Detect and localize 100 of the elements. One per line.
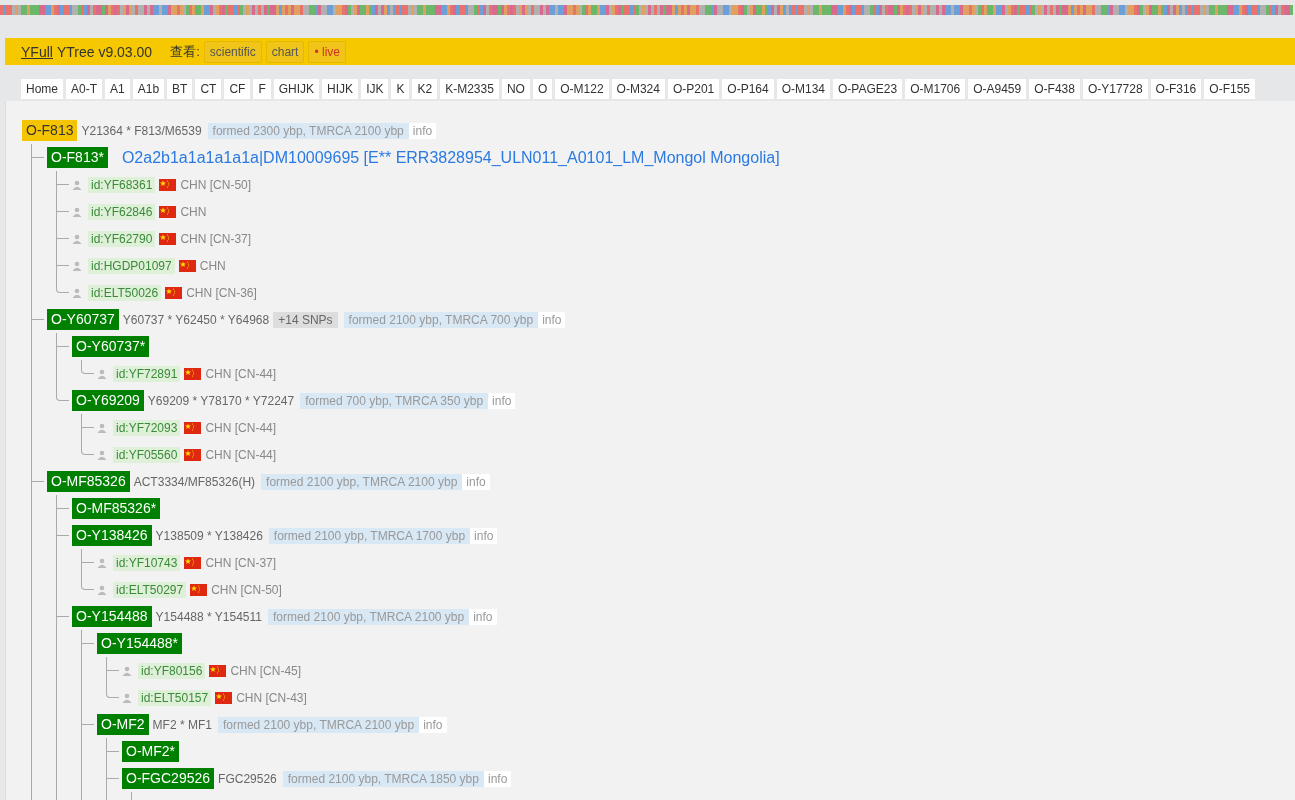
age-estimate: formed 2100 ybp, TMRCA 2100 ybp [217, 716, 420, 733]
haplogroup-label[interactable]: O-MF2* [122, 741, 179, 762]
haplogroup-label[interactable]: O-Y69209 [72, 390, 144, 411]
sample-id-link[interactable]: id:YF68361 [88, 176, 156, 193]
haplogroup-label[interactable]: O-F813* [47, 147, 108, 168]
view-button[interactable]: scientific [203, 40, 262, 63]
sample-id-link[interactable]: id:ELT50297 [113, 581, 187, 598]
haplogroup-label[interactable]: O-MF2 [97, 714, 149, 735]
person-icon [97, 368, 107, 379]
clade-tab[interactable]: BT [167, 79, 193, 99]
clade-tab[interactable]: O-P164 [722, 79, 774, 99]
clade-tab[interactable]: A1 [105, 79, 130, 99]
clade-tab[interactable]: GHIJK [273, 79, 320, 99]
clade-tab[interactable]: O-F316 [1150, 79, 1202, 99]
clade-tab[interactable]: O-F438 [1029, 79, 1080, 99]
tree-connector-line [106, 684, 119, 698]
sample-id-link[interactable]: id:YF62846 [88, 203, 156, 220]
tree-connector-line [56, 225, 69, 239]
haplogroup-label[interactable]: O-F813 [22, 120, 78, 141]
clade-tab[interactable]: O-M134 [776, 79, 830, 99]
tree-connector-line [81, 414, 94, 428]
clade-tab[interactable]: NO [501, 79, 530, 99]
info-link[interactable]: info [484, 770, 512, 787]
age-estimate: formed 2100 ybp, TMRCA 1850 ybp [282, 770, 484, 787]
view-button[interactable]: • live [308, 40, 346, 63]
sample-id-link[interactable]: id:ELT50026 [88, 284, 162, 301]
sample-id-link[interactable]: id:YF72093 [113, 419, 181, 436]
snp-list: Y69209 * Y78170 * Y72247 [147, 393, 295, 408]
sample-location: CHN [CN-44] [205, 366, 277, 381]
clade-tab[interactable]: O-Y17728 [1082, 79, 1148, 99]
haplogroup-label[interactable]: O-Y154488 [72, 606, 152, 627]
view-button[interactable]: chart [265, 40, 305, 63]
haplogroup-label[interactable]: O-Y138426 [72, 525, 152, 546]
tree-connector-line [81, 360, 94, 374]
info-link[interactable]: info [488, 392, 516, 409]
clade-tab[interactable]: HIJK [322, 79, 359, 99]
sample-location: CHN [CN-37] [180, 231, 252, 246]
snp-list: MF2 * MF1 [152, 717, 212, 732]
clade-tab[interactable]: CT [195, 79, 222, 99]
snp-list: Y21364 * F813/M6539 [81, 123, 202, 138]
brand-link[interactable]: YFull [21, 43, 53, 60]
sample-id-link[interactable]: id:HGDP01097 [88, 257, 175, 274]
sample-id-link[interactable]: id:YF80156 [138, 662, 206, 679]
sample-location: CHN [180, 204, 207, 219]
sample-id-link[interactable]: id:ELT50157 [138, 689, 212, 706]
haplogroup-label[interactable]: O-MF85326 [47, 471, 130, 492]
tree-connector-line [81, 630, 94, 644]
person-icon [97, 557, 107, 568]
sample-id-link[interactable]: id:YF10743 [113, 554, 181, 571]
clade-tab[interactable]: F [253, 79, 271, 99]
tree-connector-line [106, 657, 119, 671]
clade-tab[interactable]: O-M1706 [905, 79, 966, 99]
clade-tab[interactable]: A1b [132, 79, 165, 99]
snp-list: Y154488 * Y154511 [155, 609, 262, 624]
info-link[interactable]: info [419, 716, 447, 733]
person-icon [97, 584, 107, 595]
haplogroup-label[interactable]: O-Y60737* [72, 336, 150, 357]
flag-icon [184, 367, 202, 380]
sample-id-link[interactable]: id:YF72891 [113, 365, 181, 382]
haplogroup-label[interactable]: O-Y60737 [47, 309, 119, 330]
haplogroup-label[interactable]: O-Y154488* [97, 633, 183, 654]
clade-tab[interactable]: O-PAGE23 [833, 79, 903, 99]
sample-location: CHN [CN-50] [180, 177, 252, 192]
person-icon [72, 233, 82, 244]
clade-tab[interactable]: O-F155 [1204, 79, 1255, 99]
clade-tab[interactable]: O-M122 [555, 79, 609, 99]
sample-location: CHN [CN-36] [186, 285, 257, 300]
clade-tab[interactable]: K [391, 79, 410, 99]
info-link[interactable]: info [462, 473, 490, 490]
info-link[interactable]: info [408, 122, 437, 139]
sample-id-link[interactable]: id:YF05560 [113, 446, 181, 463]
info-link[interactable]: info [538, 311, 566, 328]
haplogroup-label[interactable]: O-FGC29526 [122, 768, 215, 789]
sample-location: CHN [CN-44] [205, 447, 277, 462]
clade-tab[interactable]: O-M324 [611, 79, 665, 99]
info-link[interactable]: info [470, 527, 498, 544]
flag-icon [184, 448, 202, 461]
haplogroup-label[interactable]: O-MF85326* [72, 498, 161, 519]
flag-icon [209, 664, 227, 677]
clade-tab[interactable]: O [532, 79, 553, 99]
flag-icon [184, 421, 202, 434]
age-estimate: formed 700 ybp, TMRCA 350 ybp [300, 392, 489, 409]
clade-tab[interactable]: A0-T [66, 79, 103, 99]
clade-tab[interactable]: K-M2335 [440, 79, 499, 99]
clade-tab[interactable]: O-P201 [667, 79, 720, 99]
tree-connector-line [56, 171, 69, 185]
sample-id-link[interactable]: id:YF62790 [88, 230, 156, 247]
tree-connector-line [56, 522, 69, 536]
info-link[interactable]: info [469, 608, 497, 625]
sample-location: CHN [CN-37] [205, 555, 277, 570]
clade-tab[interactable]: CF [224, 79, 251, 99]
clade-tab[interactable]: Home [21, 79, 63, 99]
tree-connector-line [81, 549, 94, 563]
tree-connector-line [56, 387, 69, 401]
clade-tab[interactable]: K2 [412, 79, 438, 99]
snp-count-tag[interactable]: +14 SNPs [273, 311, 338, 328]
clade-tab[interactable]: IJK [361, 79, 389, 99]
tree-connector-line [81, 576, 94, 590]
sample-description-link[interactable]: O2a2b1a1a1a1a1a|DM10009695 [E** ERR3828954_ULN011_A0101_LM_Mongol Mongolia] [121, 148, 780, 167]
clade-tab[interactable]: O-A9459 [968, 79, 1027, 99]
